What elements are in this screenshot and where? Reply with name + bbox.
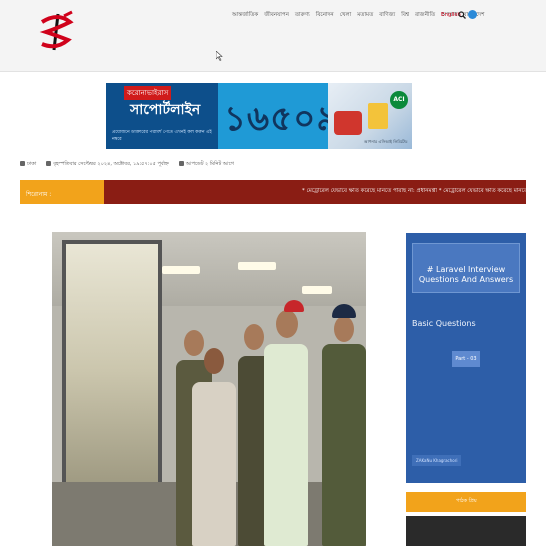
lead-news-photo[interactable] bbox=[52, 232, 366, 546]
photo-person-head bbox=[276, 310, 298, 338]
photo-beret bbox=[332, 304, 356, 318]
product-box-image bbox=[368, 103, 388, 129]
photo-person bbox=[264, 344, 308, 546]
page: আন্তর্জাতিক জীবনযাপন তারুণ্য বিনোদন খেলা… bbox=[0, 0, 546, 546]
banner-right-panel: ACI আপনার এসিআই লিমিটেড bbox=[328, 83, 412, 149]
photo-person bbox=[192, 382, 236, 546]
sidebar-dark-panel bbox=[406, 516, 526, 546]
photo-person-head bbox=[334, 316, 354, 342]
date-meta: বৃহস্পতিবার সেপ্টেম্বর ২০২৪, অক্টোবর, ১৯… bbox=[46, 161, 169, 169]
scooter-image bbox=[334, 111, 362, 135]
nav-item[interactable]: আন্তর্জাতিক bbox=[232, 12, 258, 20]
nav-item[interactable]: বিশ্ব bbox=[401, 12, 409, 20]
ticker-text[interactable]: * মেট্রোরেল যেভাবে ক্ষতি করেছে মানতে পার… bbox=[302, 188, 526, 196]
site-logo[interactable] bbox=[36, 10, 80, 56]
sidebar-ad-part: Part - 03 bbox=[452, 351, 480, 367]
updated-text: আপডেট ২ মিনিট আগে bbox=[185, 161, 234, 167]
banner-hotline-panel: ১৬৫০৯ bbox=[218, 83, 338, 149]
photo-person-head bbox=[244, 324, 264, 350]
hotline-banner-ad[interactable]: করোনাভাইরাস সাপোর্টলাইন প্রয়োজনে ডাক্তা… bbox=[106, 83, 412, 149]
nav-item[interactable]: মতামত bbox=[357, 12, 373, 20]
sidebar-video-ad[interactable]: # Laravel Interview Questions And Answer… bbox=[406, 233, 526, 483]
ticker-label: শিরোনাম : bbox=[20, 180, 104, 204]
nav-item[interactable]: তারুণ্য bbox=[295, 12, 310, 20]
nav-item[interactable]: জীবনযাপন bbox=[264, 12, 289, 20]
banner-hotline-number: ১৬৫০৯ bbox=[224, 99, 340, 139]
nav-item[interactable]: খেলা bbox=[340, 12, 352, 20]
photo-person bbox=[322, 344, 366, 546]
sidebar-section-header: পাঠক প্রিয় bbox=[406, 492, 526, 512]
date-text: বৃহস্পতিবার সেপ্টেম্বর ২০২৪, অক্টোবর, ১৯… bbox=[53, 161, 169, 167]
banner-left-panel: করোনাভাইরাস সাপোর্টলাইন প্রয়োজনে ডাক্তা… bbox=[106, 83, 218, 149]
site-header: আন্তর্জাতিক জীবনযাপন তারুণ্য বিনোদন খেলা… bbox=[0, 0, 546, 72]
sidebar-ad-channel: ZAKaNu Khagrachori bbox=[412, 455, 462, 466]
sidebar-ad-title: # Laravel Interview Questions And Answer… bbox=[418, 265, 514, 284]
banner-subtext: প্রয়োজনে ডাক্তারের পরামর্শ পেতে এখনই কল… bbox=[112, 130, 212, 142]
calendar-icon bbox=[46, 161, 52, 166]
meta-row: ঢাকা বৃহস্পতিবার সেপ্টেম্বর ২০২৪, অক্টোব… bbox=[20, 161, 234, 169]
banner-headline: সাপোর্টলাইন bbox=[130, 102, 201, 118]
location-text: ঢাকা bbox=[27, 161, 37, 167]
sidebar-section-label: পাঠক প্রিয় bbox=[456, 498, 477, 504]
location-meta: ঢাকা bbox=[20, 161, 36, 169]
mouse-cursor-icon bbox=[216, 51, 223, 61]
photo-ceiling-light bbox=[302, 286, 332, 294]
nav-item[interactable]: বিনোদন bbox=[316, 12, 334, 20]
photo-person-head bbox=[184, 330, 204, 356]
banner-footer: আপনার এসিআই লিমিটেড bbox=[364, 139, 408, 144]
globe-icon[interactable] bbox=[468, 10, 477, 19]
nav-item[interactable]: রাজনীতি bbox=[415, 12, 435, 20]
sidebar-ad-subtitle: Basic Questions bbox=[412, 319, 476, 328]
brand-logo: ACI bbox=[390, 91, 408, 109]
search-icon[interactable] bbox=[458, 11, 466, 19]
photo-ceiling-light bbox=[162, 266, 200, 274]
updated-meta: আপডেট ২ মিনিট আগে bbox=[178, 161, 234, 169]
photo-ceiling-light bbox=[238, 262, 276, 270]
headline-ticker: শিরোনাম : * মেট্রোরেল যেভাবে ক্ষতি করেছে… bbox=[20, 180, 526, 204]
nav-item[interactable]: বাণিজ্য bbox=[379, 12, 395, 20]
location-icon bbox=[20, 161, 25, 166]
photo-person-head bbox=[204, 348, 224, 374]
clock-icon bbox=[178, 161, 184, 166]
